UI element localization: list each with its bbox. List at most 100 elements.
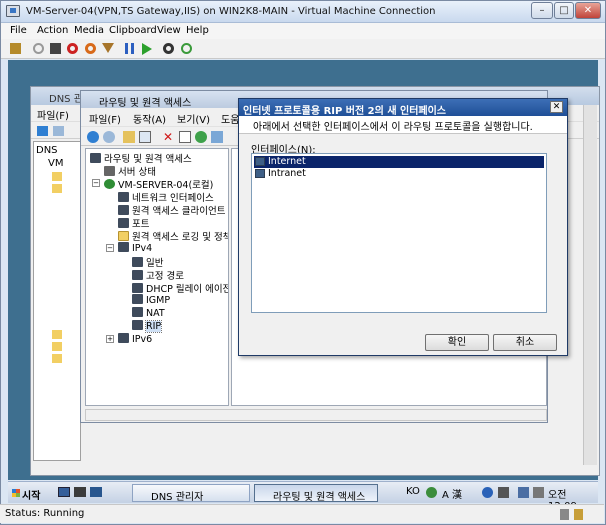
tree-rip[interactable]: RIP: [132, 320, 163, 333]
tree-nat[interactable]: NAT: [132, 307, 165, 319]
tree-ports[interactable]: 포트: [118, 216, 149, 230]
back-icon[interactable]: [87, 131, 99, 143]
ok-button[interactable]: 확인: [425, 334, 489, 351]
tree-igmp[interactable]: IGMP: [132, 294, 170, 306]
ime-mode[interactable]: A 漢: [442, 486, 462, 501]
revert-snapshot-icon[interactable]: [181, 43, 192, 54]
ctrl-alt-del-icon[interactable]: [10, 43, 21, 54]
tree-ipv4[interactable]: − IPv4: [106, 242, 152, 254]
tree-server-status[interactable]: 서버 상태: [104, 164, 156, 178]
routing-icon: [118, 192, 129, 202]
dialog-close-button[interactable]: ✕: [550, 101, 563, 113]
dns-tree: DNS VM: [33, 141, 81, 461]
window-title: VM-Server-04(VPN,TS Gateway,IIS) on WIN2…: [26, 6, 436, 17]
delete-icon[interactable]: ✕: [163, 131, 175, 143]
menu-help[interactable]: Help: [186, 25, 209, 36]
save-icon[interactable]: [85, 43, 96, 54]
refresh-icon[interactable]: [195, 131, 207, 143]
folder-icon: [52, 172, 62, 181]
tree-server[interactable]: − VM-SERVER-04(로컬): [92, 177, 213, 191]
routing-icon: [90, 153, 101, 163]
server-icon: [104, 166, 115, 176]
maximize-button[interactable]: □: [554, 2, 574, 19]
server-running-icon: [104, 179, 115, 189]
list-item-intranet[interactable]: Intranet: [254, 168, 544, 180]
close-button[interactable]: ✕: [575, 2, 601, 19]
cancel-button[interactable]: 취소: [493, 334, 557, 351]
forward-icon[interactable]: [103, 131, 115, 143]
folder-icon: [52, 330, 62, 339]
help-icon[interactable]: [482, 487, 493, 498]
tree-static-routes[interactable]: 고정 경로: [132, 268, 184, 282]
menu-view[interactable]: View: [157, 25, 181, 36]
tray-menu-icon[interactable]: [498, 487, 509, 498]
export-icon[interactable]: [211, 131, 223, 143]
tree-network-interfaces[interactable]: 네트워크 인터페이스: [118, 190, 214, 204]
routing-icon: [132, 294, 143, 304]
tree-label: NAT: [146, 308, 165, 319]
menu-action[interactable]: Action: [37, 25, 68, 36]
folder-icon: [52, 342, 62, 351]
network-icon[interactable]: [518, 487, 529, 498]
server-manager-icon[interactable]: [74, 487, 86, 497]
dns-scrollbar[interactable]: [583, 105, 597, 465]
list-item-label: Intranet: [268, 168, 306, 179]
tree-remote-logging[interactable]: 원격 액세스 로깅 및 정책: [118, 229, 228, 243]
turn-off-icon[interactable]: [50, 43, 61, 54]
tree-label: IGMP: [146, 295, 171, 306]
language-indicator[interactable]: KO: [406, 486, 420, 497]
console-tree-icon[interactable]: [139, 131, 151, 143]
routing-icon: [118, 333, 129, 343]
revert-icon[interactable]: [102, 43, 114, 53]
show-desktop-icon[interactable]: [58, 487, 70, 497]
pause-icon[interactable]: [125, 43, 134, 54]
taskbar-button-label: DNS 관리자: [151, 492, 204, 503]
menu-file[interactable]: File: [10, 25, 27, 36]
reset-icon[interactable]: [142, 43, 152, 55]
ime-icon[interactable]: [426, 487, 437, 498]
tree-dhcp-relay[interactable]: DHCP 릴레이 에이전트: [132, 281, 228, 295]
routing-icon: [118, 242, 129, 252]
tree-remote-clients[interactable]: 원격 액세스 클라이언트: [118, 203, 225, 217]
powershell-icon[interactable]: [90, 487, 102, 497]
menu-view-kr[interactable]: 보기(V): [177, 111, 210, 126]
menu-help-kr[interactable]: 도움: [221, 111, 239, 126]
tree-general[interactable]: 일반: [132, 255, 163, 269]
tree-ipv6[interactable]: + IPv6: [106, 333, 153, 345]
lock-icon: [574, 509, 583, 520]
properties-icon[interactable]: [179, 131, 191, 143]
vm-toolbar: [1, 39, 605, 59]
tree-label: IPv6: [132, 334, 153, 345]
menu-file-kr[interactable]: 파일(F): [89, 111, 121, 126]
shutdown-icon[interactable]: [67, 43, 78, 54]
menu-action-kr[interactable]: 동작(A): [133, 111, 166, 126]
minimize-button[interactable]: –: [531, 2, 553, 19]
taskbar-routing[interactable]: 라우팅 및 원격 액세스: [254, 484, 378, 503]
menu-media[interactable]: Media: [74, 25, 104, 36]
volume-icon[interactable]: [533, 487, 544, 498]
forward-icon[interactable]: [53, 126, 64, 136]
interfaces-list[interactable]: Internet Intranet: [251, 153, 547, 313]
collapse-icon[interactable]: −: [92, 179, 100, 187]
routing-icon: [118, 205, 129, 215]
menu-bar: File Action Media Clipboard View Help: [1, 23, 605, 39]
up-icon[interactable]: [123, 131, 135, 143]
tree-root[interactable]: 라우팅 및 원격 액세스: [90, 151, 192, 165]
back-icon[interactable]: [37, 126, 48, 136]
start-button[interactable]: 시작: [10, 484, 48, 502]
list-item-label: Internet: [268, 156, 306, 167]
folder-icon: [118, 231, 129, 241]
new-interface-dialog: 인터넷 프로토콜용 RIP 버전 2의 새 인터페이스 ✕ 아래에서 선택한 인…: [238, 98, 568, 356]
tree-label: RIP: [144, 320, 163, 333]
snapshot-icon[interactable]: [163, 43, 174, 54]
taskbar-dns-manager[interactable]: DNS 관리자: [132, 484, 250, 503]
collapse-icon[interactable]: −: [106, 244, 114, 252]
list-item-internet[interactable]: Internet: [254, 156, 544, 168]
start-icon[interactable]: [33, 43, 44, 54]
expand-icon[interactable]: +: [106, 335, 114, 343]
menu-clipboard[interactable]: Clipboard: [109, 25, 157, 36]
taskbar-button-label: 라우팅 및 원격 액세스: [273, 492, 366, 503]
start-label: 시작: [22, 491, 41, 502]
dns-tree-server[interactable]: VM: [48, 158, 63, 169]
dns-tree-root[interactable]: DNS: [36, 145, 58, 156]
